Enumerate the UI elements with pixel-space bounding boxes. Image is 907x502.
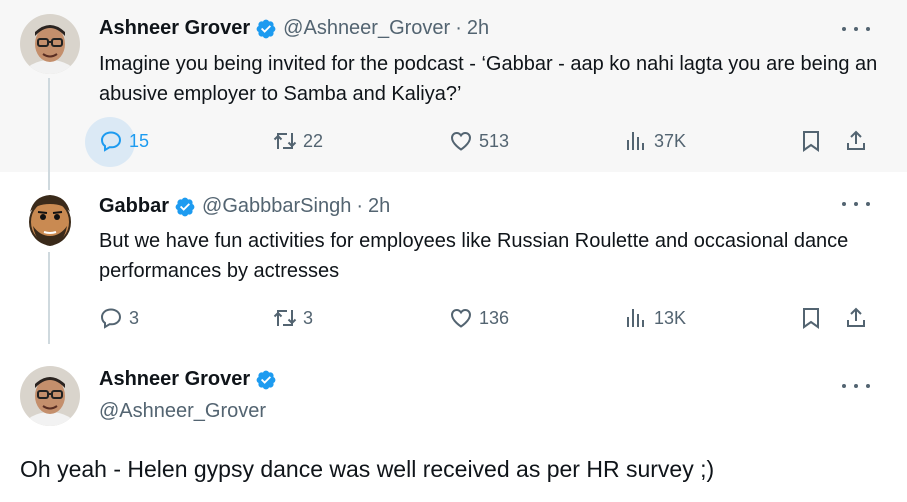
tweet-header: Ashneer Grover @Ashneer_Grover · 2h <box>99 17 489 40</box>
display-name[interactable]: Gabbar <box>99 195 169 218</box>
reply-count: 3 <box>129 307 140 328</box>
views-count: 37K <box>654 130 687 151</box>
bookmark-button[interactable] <box>799 298 823 338</box>
retweet-button[interactable]: 22 <box>273 121 323 161</box>
bookmark-icon <box>803 131 819 152</box>
share-button[interactable] <box>844 121 868 161</box>
like-count: 513 <box>479 130 510 151</box>
handle[interactable]: @Ashneer_Grover <box>283 17 450 40</box>
views-count: 13K <box>654 307 687 328</box>
reply-icon <box>100 308 122 329</box>
views-button[interactable]: 13K <box>624 298 686 338</box>
action-bar: 15 22 513 37K <box>0 117 907 167</box>
more-icon[interactable] <box>842 23 870 35</box>
timestamp[interactable]: 2h <box>467 17 489 40</box>
share-icon <box>847 130 865 150</box>
tweet-text: But we have fun activities for employees… <box>99 230 849 282</box>
more-icon[interactable] <box>842 380 870 392</box>
views-button[interactable]: 37K <box>624 121 686 161</box>
retweet-icon <box>273 310 297 326</box>
avatar[interactable] <box>20 366 80 426</box>
reply-icon <box>100 131 122 152</box>
share-button[interactable] <box>844 298 868 338</box>
share-icon <box>847 307 865 327</box>
display-name[interactable]: Ashneer Grover <box>99 17 250 40</box>
views-icon <box>627 132 644 150</box>
verified-badge-icon <box>175 197 195 216</box>
tweet-text: Imagine you being invited for the podcas… <box>99 53 878 105</box>
tweet-header: Ashneer Grover <box>99 368 277 391</box>
like-button[interactable]: 136 <box>449 298 509 338</box>
separator-dot: · <box>356 195 363 217</box>
reply-count: 15 <box>129 130 150 151</box>
tweet-header: Gabbar @GabbbarSingh · 2h <box>99 195 390 218</box>
bookmark-icon <box>803 308 819 329</box>
verified-badge-icon <box>256 370 276 389</box>
retweet-button[interactable]: 3 <box>273 298 313 338</box>
like-count: 136 <box>479 307 510 328</box>
verified-badge-icon <box>256 19 276 38</box>
action-bar: 3 3 136 13K <box>0 298 907 338</box>
like-button[interactable]: 513 <box>449 121 509 161</box>
retweet-count: 22 <box>303 130 324 151</box>
avatar[interactable] <box>20 190 80 250</box>
like-icon <box>450 308 472 328</box>
views-icon <box>627 309 644 327</box>
retweet-count: 3 <box>303 307 314 328</box>
handle[interactable]: @Ashneer_Grover <box>99 400 266 423</box>
reply-button[interactable]: 3 <box>99 298 139 338</box>
bookmark-button[interactable] <box>799 121 823 161</box>
avatar[interactable] <box>20 14 80 74</box>
separator-dot: · <box>455 17 462 39</box>
timestamp[interactable]: 2h <box>368 195 390 218</box>
reply-button[interactable]: 15 <box>85 117 150 167</box>
handle[interactable]: @GabbbarSingh <box>202 195 351 218</box>
tweet-2[interactable]: Gabbar @GabbbarSingh · 2h But we have fu… <box>0 172 907 344</box>
tweet-1[interactable]: Ashneer Grover @Ashneer_Grover · 2h Imag… <box>0 0 907 172</box>
thread-line <box>48 172 50 190</box>
display-name[interactable]: Ashneer Grover <box>99 368 250 391</box>
retweet-icon <box>273 133 297 149</box>
tweet-text: Oh yeah - Helen gypsy dance was well rec… <box>20 456 715 482</box>
more-icon[interactable] <box>842 198 870 210</box>
like-icon <box>450 131 472 151</box>
focused-tweet: Ashneer Grover @Ashneer_Grover Oh yeah -… <box>0 344 907 502</box>
